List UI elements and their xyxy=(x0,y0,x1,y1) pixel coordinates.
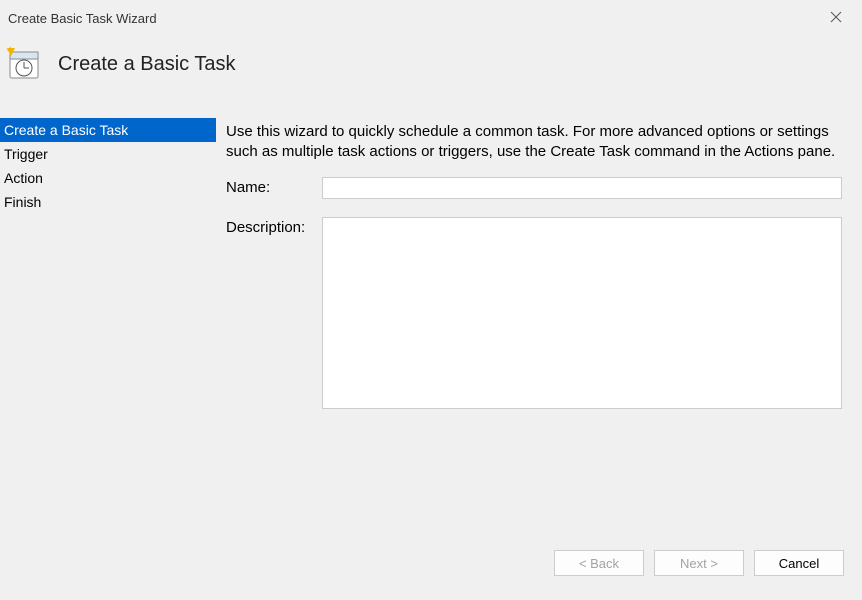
sidebar-item-label: Action xyxy=(4,170,43,186)
wizard-header: Create a Basic Task xyxy=(0,36,862,92)
sidebar-item-trigger[interactable]: Trigger xyxy=(0,142,216,166)
sidebar-item-label: Create a Basic Task xyxy=(4,122,128,138)
name-row: Name: xyxy=(226,177,842,199)
footer: < Back Next > Cancel xyxy=(0,550,862,592)
description-textarea[interactable] xyxy=(322,217,842,409)
next-button[interactable]: Next > xyxy=(654,550,744,576)
sidebar-item-action[interactable]: Action xyxy=(0,166,216,190)
name-label: Name: xyxy=(226,177,322,199)
sidebar-item-create-basic-task[interactable]: Create a Basic Task xyxy=(0,118,216,142)
main-panel: Use this wizard to quickly schedule a co… xyxy=(216,118,862,550)
description-label: Description: xyxy=(226,217,322,409)
name-input[interactable] xyxy=(322,177,842,199)
window-title: Create Basic Task Wizard xyxy=(8,11,157,26)
close-icon[interactable] xyxy=(822,6,850,30)
sidebar-item-label: Finish xyxy=(4,194,41,210)
description-row: Description: xyxy=(226,217,842,409)
wizard-title: Create a Basic Task xyxy=(58,53,236,76)
titlebar: Create Basic Task Wizard xyxy=(0,0,862,36)
wizard-body: Create a Basic Task Trigger Action Finis… xyxy=(0,118,862,550)
sidebar-item-label: Trigger xyxy=(4,146,48,162)
sidebar-item-finish[interactable]: Finish xyxy=(0,190,216,214)
back-button[interactable]: < Back xyxy=(554,550,644,576)
calendar-clock-icon xyxy=(6,46,42,82)
cancel-button[interactable]: Cancel xyxy=(754,550,844,576)
intro-text: Use this wizard to quickly schedule a co… xyxy=(226,122,842,163)
sidebar: Create a Basic Task Trigger Action Finis… xyxy=(0,118,216,550)
